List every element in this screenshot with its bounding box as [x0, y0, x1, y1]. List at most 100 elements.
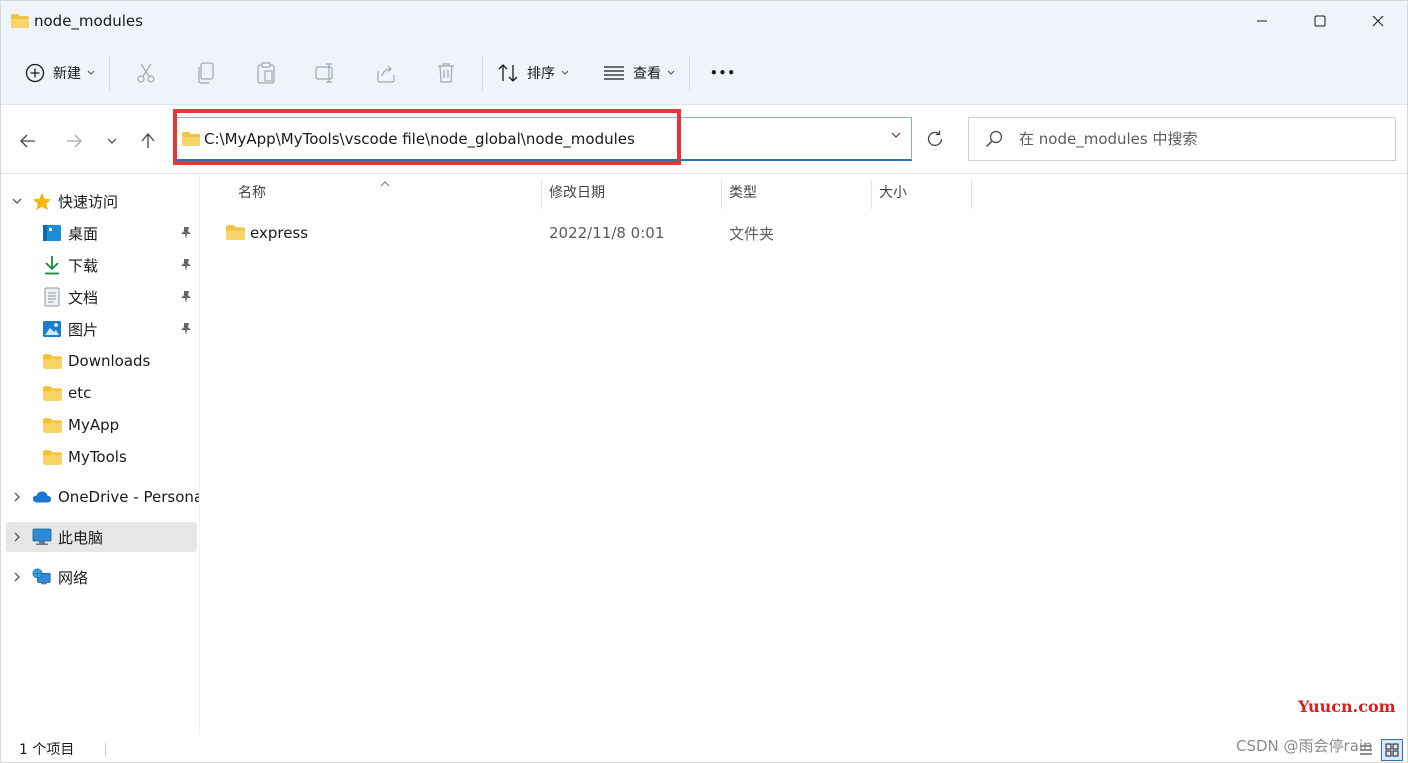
sidebar-item-etc[interactable]: etc	[1, 378, 199, 408]
table-row[interactable]: express 2022/11/8 0:01 文件夹	[224, 219, 984, 247]
folder-icon	[42, 351, 62, 371]
cut-button[interactable]	[116, 53, 176, 93]
sidebar-item-onedrive[interactable]: OneDrive - Persona	[1, 482, 199, 512]
close-icon	[1372, 15, 1384, 27]
new-label: 新建	[53, 65, 81, 82]
chevron-down-icon[interactable]	[891, 132, 901, 139]
up-button[interactable]	[135, 128, 161, 154]
sidebar-item-myapp[interactable]: MyApp	[1, 410, 199, 440]
sort-icon	[498, 63, 518, 82]
sidebar-item-downloads-pinned[interactable]: 下载	[1, 250, 199, 280]
sidebar-item-label: MyApp	[68, 416, 120, 434]
folder-icon	[42, 447, 62, 467]
column-label: 名称	[238, 185, 266, 201]
csdn-watermark: CSDN @雨会停rain	[1236, 737, 1373, 755]
forward-button[interactable]	[61, 128, 87, 154]
explorer-window: node_modules 新建 排序 查看 ••• C:\MyApp\MyToo…	[0, 0, 1408, 763]
paste-button[interactable]	[236, 53, 296, 93]
chevron-down-icon[interactable]	[11, 195, 23, 207]
sidebar-item-label: 此电脑	[58, 528, 104, 547]
sidebar-item-label: Downloads	[68, 352, 151, 370]
chevron-right-icon[interactable]	[11, 531, 23, 543]
pin-icon[interactable]	[179, 290, 193, 304]
sidebar-item-pictures[interactable]: 图片	[1, 314, 199, 344]
status-separator	[105, 743, 106, 757]
pin-icon[interactable]	[179, 226, 193, 240]
chevron-right-icon[interactable]	[11, 491, 23, 503]
pin-icon[interactable]	[179, 258, 193, 272]
more-button[interactable]: •••	[696, 53, 750, 93]
navigation-bar: C:\MyApp\MyTools\vscode file\node_global…	[1, 106, 1407, 174]
chevron-down-icon	[561, 70, 569, 75]
clipboard-icon	[257, 61, 275, 84]
sidebar-item-desktop[interactable]: 桌面	[1, 218, 199, 248]
copy-icon	[198, 61, 214, 84]
share-button[interactable]	[356, 53, 416, 93]
sort-label: 排序	[527, 65, 555, 82]
column-header-modified[interactable]: 修改日期	[549, 175, 605, 209]
column-label: 大小	[879, 185, 907, 201]
back-button[interactable]	[15, 128, 41, 154]
arrow-right-icon	[67, 134, 82, 148]
share-icon	[377, 65, 395, 83]
address-bar[interactable]: C:\MyApp\MyTools\vscode file\node_global…	[173, 117, 912, 161]
close-button[interactable]	[1349, 1, 1407, 41]
minimize-button[interactable]	[1233, 1, 1291, 41]
folder-icon	[42, 415, 62, 435]
column-header-type[interactable]: 类型	[729, 175, 757, 209]
column-separator[interactable]	[871, 179, 872, 209]
column-separator[interactable]	[721, 179, 722, 209]
document-icon	[42, 287, 62, 307]
column-separator[interactable]	[971, 179, 972, 209]
rename-icon	[315, 62, 333, 83]
chevron-down-icon	[667, 70, 675, 75]
toolbar-separator	[109, 54, 110, 91]
navigation-pane: 快速访问 桌面 下载 文档 图片 Downloads etc MyApp MyT…	[1, 175, 199, 735]
network-icon	[32, 567, 52, 587]
sidebar-item-quick-access[interactable]: 快速访问	[1, 186, 199, 216]
new-button[interactable]: 新建	[17, 53, 103, 93]
delete-button[interactable]	[416, 53, 476, 93]
copy-button[interactable]	[176, 53, 236, 93]
sidebar-item-downloads[interactable]: Downloads	[1, 346, 199, 376]
maximize-button[interactable]	[1291, 1, 1349, 41]
toolbar-separator	[482, 54, 483, 91]
address-path[interactable]: C:\MyApp\MyTools\vscode file\node_global…	[204, 130, 635, 148]
arrow-up-icon	[141, 133, 155, 148]
chevron-down-icon	[87, 70, 95, 75]
column-label: 类型	[729, 185, 757, 201]
status-bar: 1 个项目	[1, 735, 1407, 763]
search-input[interactable]	[1019, 130, 1379, 148]
picture-icon	[42, 319, 62, 339]
sort-button[interactable]: 排序	[489, 53, 577, 93]
refresh-button[interactable]	[913, 117, 957, 161]
plus-circle-icon	[25, 63, 45, 82]
file-name: express	[250, 224, 309, 242]
sidebar-item-network[interactable]: 网络	[1, 562, 199, 592]
recent-locations-button[interactable]	[99, 128, 125, 154]
sidebar-item-label: 图片	[68, 320, 99, 339]
view-button[interactable]: 查看	[595, 53, 683, 93]
view-label: 查看	[633, 65, 661, 82]
sort-ascending-icon	[380, 175, 390, 191]
column-header-size[interactable]: 大小	[879, 175, 907, 209]
minimize-icon	[1257, 20, 1267, 22]
window-controls	[1233, 1, 1407, 41]
pin-icon[interactable]	[179, 322, 193, 336]
sidebar-item-mytools[interactable]: MyTools	[1, 442, 199, 472]
view-list-icon	[604, 65, 624, 80]
sidebar-item-documents[interactable]: 文档	[1, 282, 199, 312]
sidebar-item-label: 快速访问	[58, 192, 119, 211]
file-modified: 2022/11/8 0:01	[549, 224, 665, 242]
search-box[interactable]	[968, 117, 1396, 161]
column-label: 修改日期	[549, 185, 605, 201]
column-header-name[interactable]: 名称	[238, 175, 266, 209]
rename-button[interactable]	[296, 53, 356, 93]
download-icon	[42, 255, 62, 275]
scissors-icon	[137, 63, 155, 83]
large-icons-view-button[interactable]	[1381, 739, 1403, 761]
chevron-right-icon[interactable]	[11, 571, 23, 583]
sidebar-item-this-pc[interactable]: 此电脑	[6, 522, 197, 552]
column-separator[interactable]	[541, 179, 542, 209]
toolbar-separator	[689, 54, 690, 91]
